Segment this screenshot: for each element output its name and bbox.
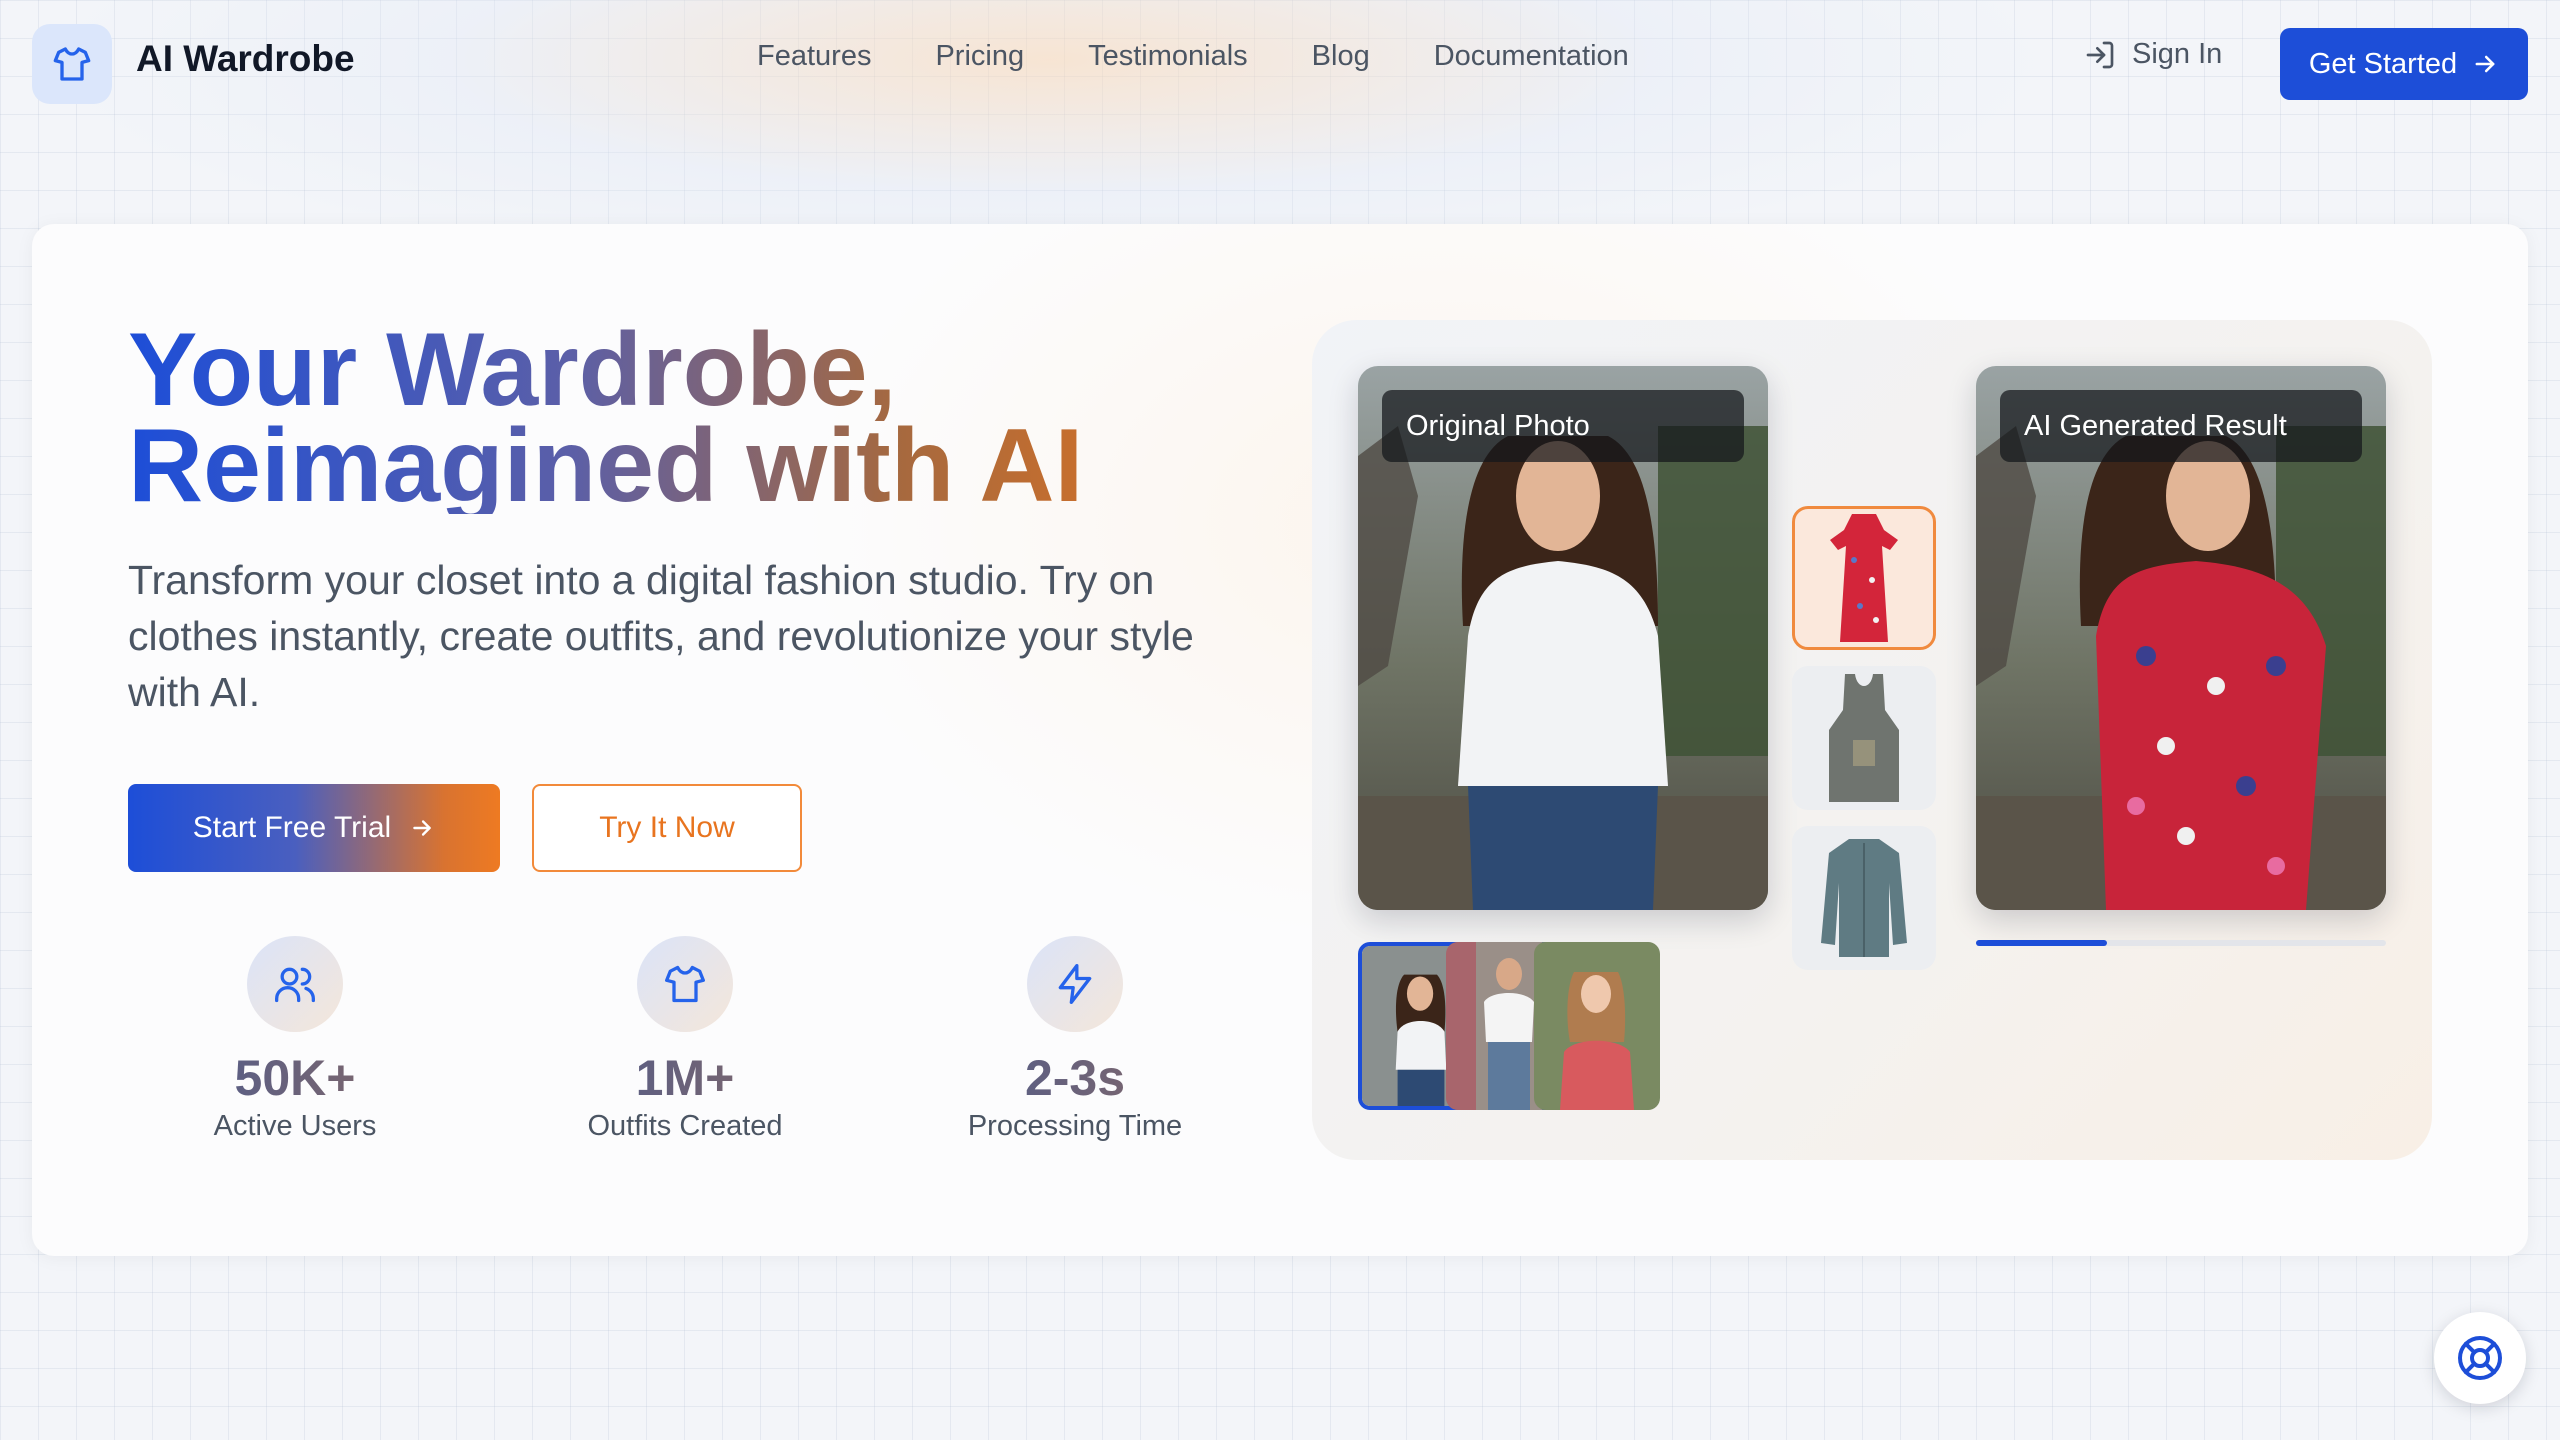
stat-label: Processing Time (967, 1110, 1183, 1142)
nav-link-documentation[interactable]: Documentation (1434, 40, 1629, 73)
generation-progress-bar (1976, 940, 2386, 946)
get-started-button[interactable]: Get Started (2280, 28, 2528, 100)
ai-result-label: AI Generated Result (2000, 390, 2362, 462)
brand-name[interactable]: AI Wardrobe (136, 38, 355, 80)
sign-in-icon (2086, 41, 2114, 68)
clothing-option-red-floral-dress[interactable] (1792, 506, 1936, 650)
stat-icon-wrap (247, 936, 343, 1032)
hero-subtitle: Transform your closet into a digital fas… (128, 557, 1194, 715)
help-support-button[interactable] (2434, 1312, 2526, 1404)
stat-label: Outfits Created (587, 1110, 783, 1142)
shirt-icon (53, 47, 91, 81)
lightning-icon (1058, 964, 1092, 1004)
stat-value: 2-3s (925, 1050, 1225, 1106)
shirt-icon (665, 965, 705, 1003)
stat-icon-wrap (637, 936, 733, 1032)
arrow-right-icon (413, 820, 431, 836)
stat-outfits-created: 1M+ Outfits Created (535, 936, 835, 1143)
stat-value: 1M+ (535, 1050, 835, 1106)
get-started-label: Get Started (2308, 47, 2458, 80)
sign-in-label: Sign In (2132, 38, 2223, 70)
users-icon (275, 967, 315, 1003)
clothing-option-teal-shirt[interactable] (1792, 826, 1936, 970)
arrow-right-icon (2475, 55, 2495, 73)
stat-value: 50K+ (145, 1050, 445, 1106)
teal-shirt-image (1821, 839, 1907, 957)
headline-line-2: Reimagined with AI (128, 408, 1084, 524)
stat-icon-wrap (1027, 936, 1123, 1032)
stat-processing-time: 2-3s Processing Time (925, 936, 1225, 1143)
original-photo-label: Original Photo (1382, 390, 1744, 462)
lifebuoy-icon (2458, 1336, 2502, 1380)
hero-section: Your Wardrobe, Reimagined with AI Transf… (32, 224, 2528, 1256)
sign-in-link[interactable]: Sign In (2084, 38, 2222, 71)
start-free-trial-label: Start Free Trial (192, 811, 392, 844)
original-photo[interactable]: Original Photo (1358, 366, 1768, 910)
clothing-option-gray-tank-top[interactable] (1792, 666, 1936, 810)
nav-link-pricing[interactable]: Pricing (935, 40, 1024, 73)
start-free-trial-button[interactable]: Start Free Trial (128, 784, 500, 872)
generation-progress-fill (1976, 940, 2108, 946)
top-navbar: AI Wardrobe Features Pricing Testimonial… (0, 0, 2560, 124)
thumbnail-image-woman-red-top (1534, 942, 1660, 1110)
stat-label: Active Users (213, 1110, 377, 1142)
hero-headline: Your Wardrobe, Reimagined with AI (128, 322, 1228, 514)
gray-tank-top-image (1829, 674, 1899, 802)
logo[interactable] (32, 24, 112, 104)
nav-link-testimonials[interactable]: Testimonials (1088, 40, 1248, 73)
ai-result-photo[interactable]: AI Generated Result (1976, 366, 2386, 910)
try-it-now-button[interactable]: Try It Now (532, 784, 802, 872)
nav-link-blog[interactable]: Blog (1312, 40, 1370, 73)
nav-links: Features Pricing Testimonials Blog Docum… (757, 40, 1629, 73)
stat-active-users: 50K+ Active Users (145, 936, 445, 1143)
photo-thumbnail-3[interactable] (1534, 942, 1660, 1110)
red-dress-image (1830, 514, 1898, 642)
try-on-demo-panel: Original Photo AI Generated Result (1312, 320, 2432, 1160)
nav-link-features[interactable]: Features (757, 40, 871, 73)
